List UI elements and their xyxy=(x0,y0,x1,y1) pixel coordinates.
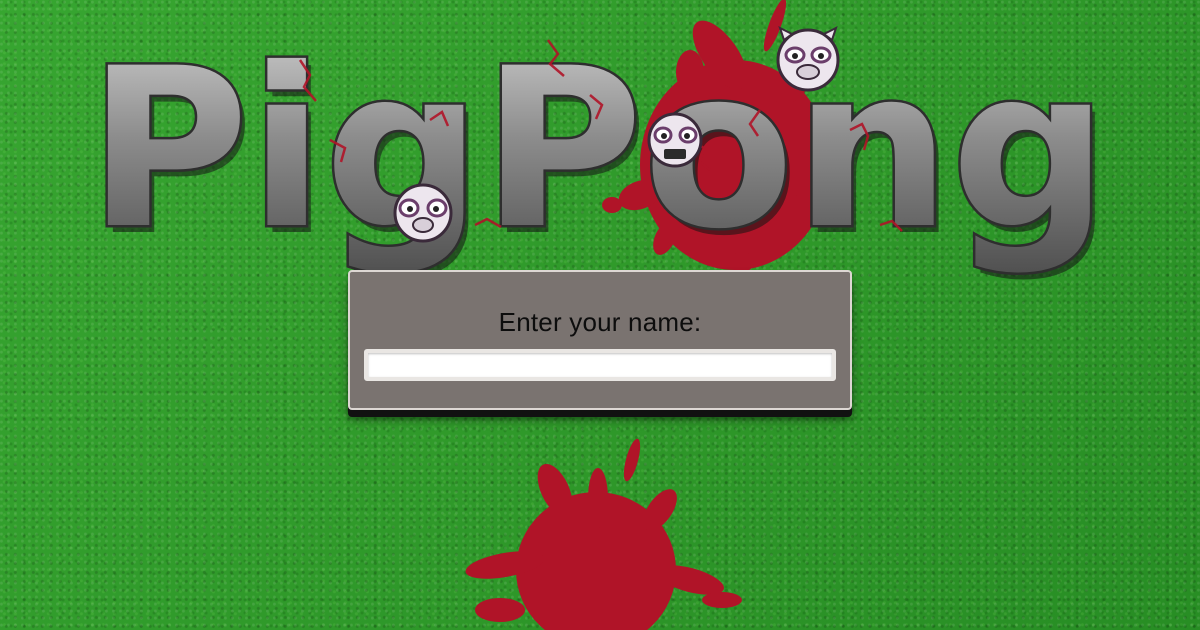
pig-face-icon xyxy=(776,26,840,92)
name-input[interactable] xyxy=(364,349,836,381)
pig-face-icon xyxy=(393,183,453,243)
name-entry-panel: Enter your name: xyxy=(348,270,852,410)
game-title-face: PigPong xyxy=(88,21,1109,277)
name-prompt-label: Enter your name: xyxy=(498,307,702,337)
pig-face-icon xyxy=(647,112,703,168)
